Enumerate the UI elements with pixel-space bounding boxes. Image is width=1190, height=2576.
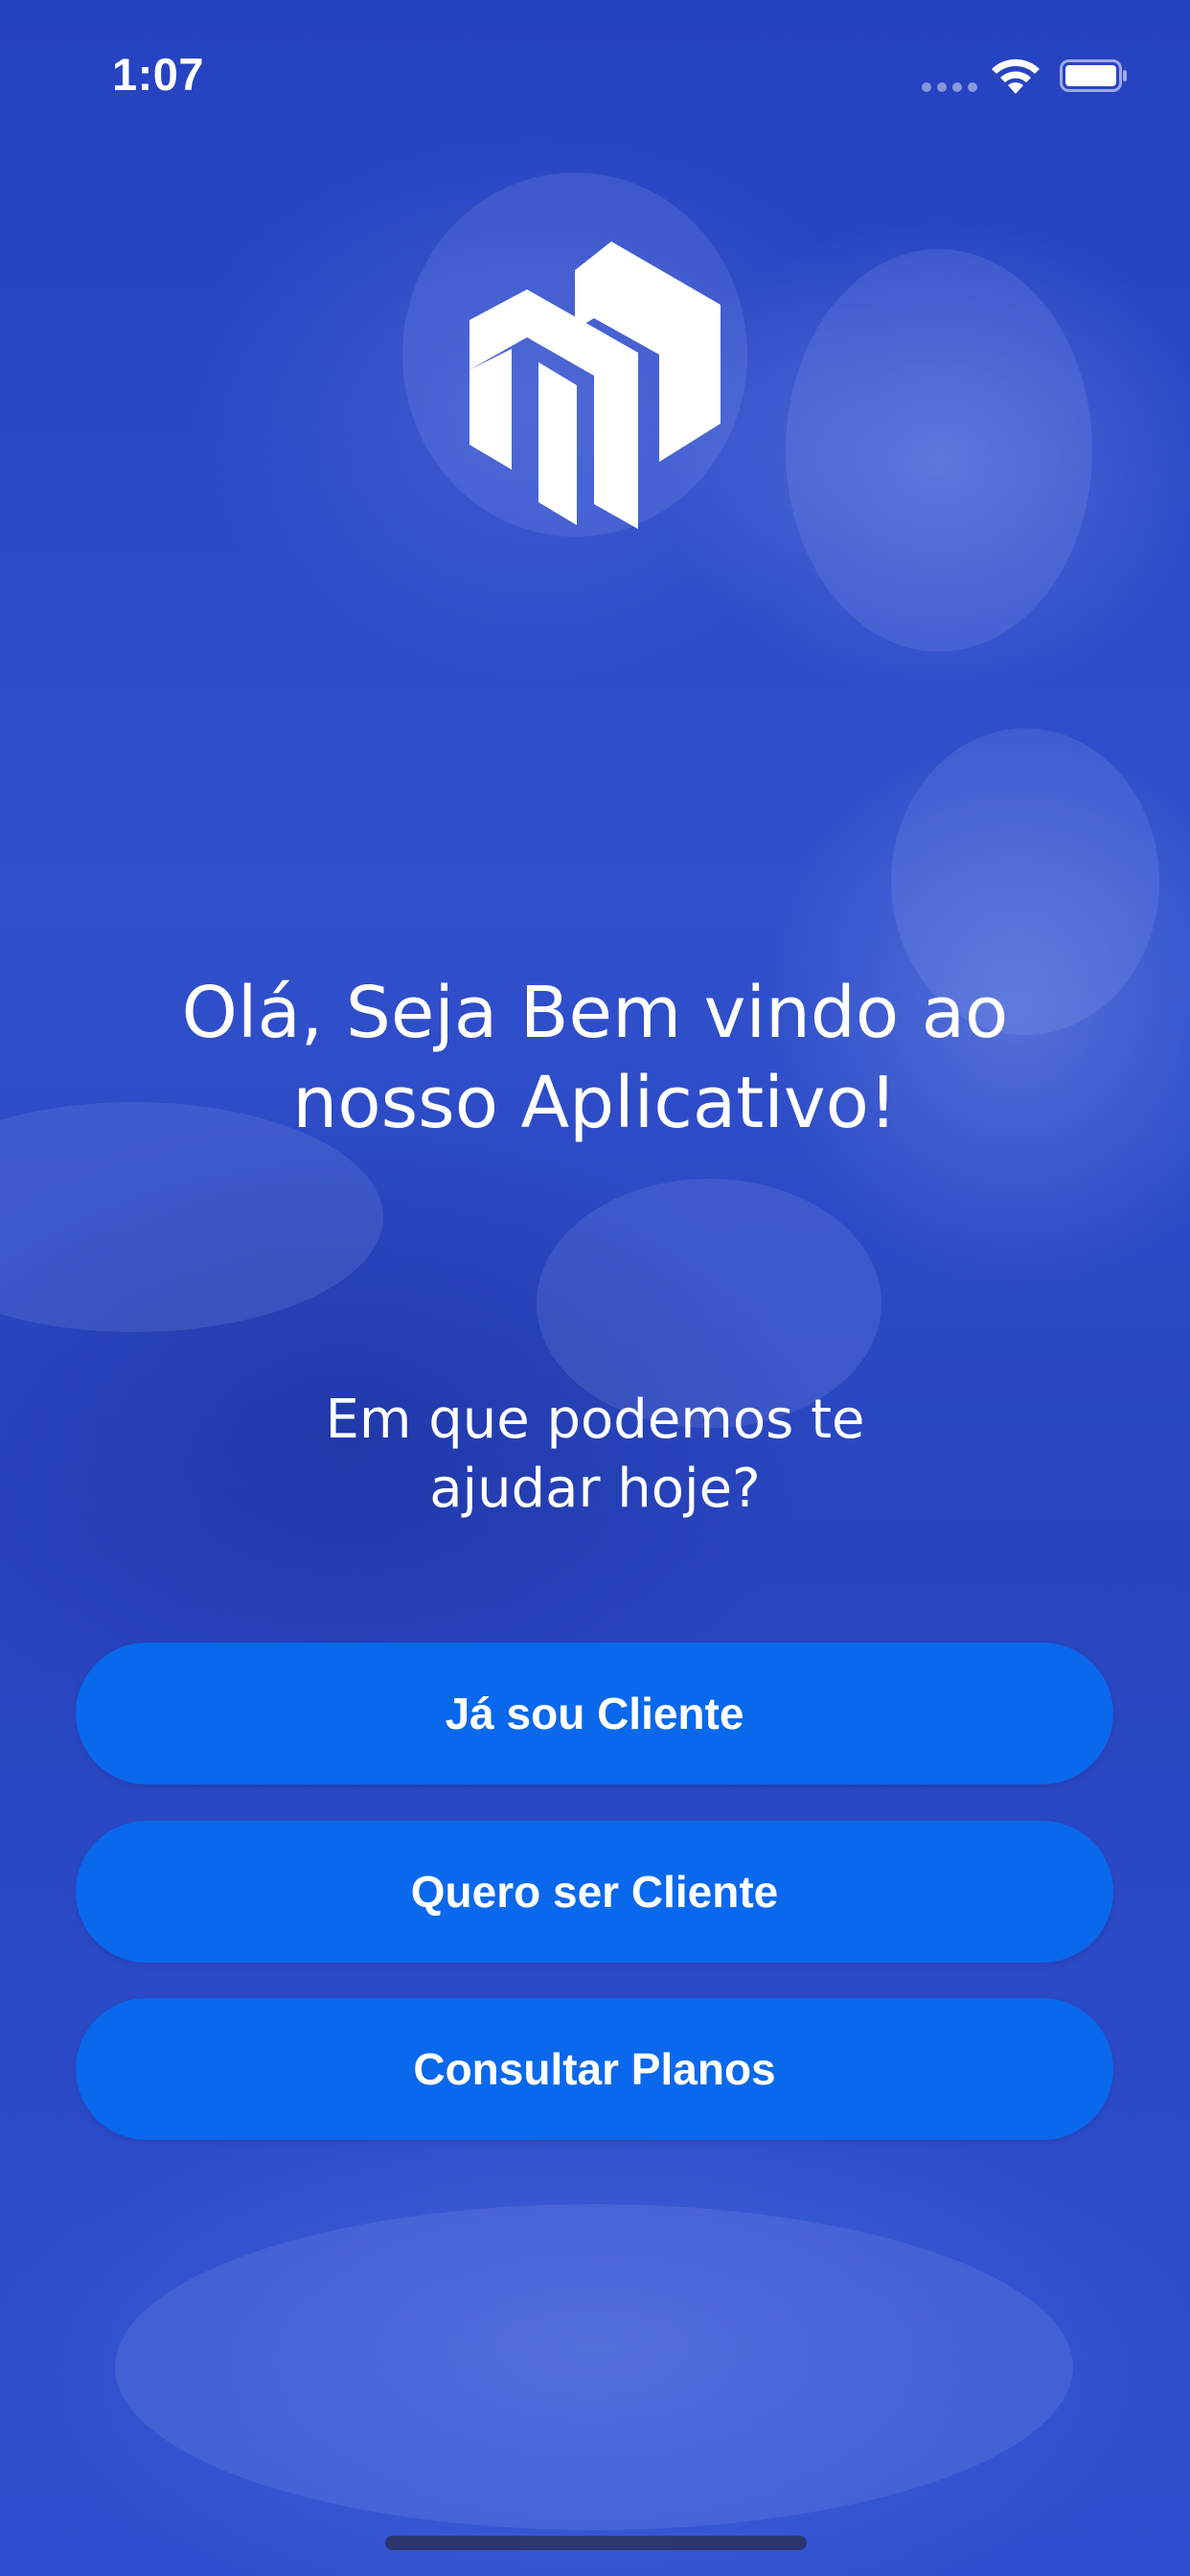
home-indicator[interactable] bbox=[385, 2536, 807, 2550]
help-prompt-line-1: Em que podemos te bbox=[325, 1389, 865, 1451]
welcome-line-2: nosso Aplicativo! bbox=[292, 1062, 898, 1144]
help-prompt: Em que podemos te ajudar hoje? bbox=[0, 1386, 1190, 1524]
signal-dots-icon bbox=[922, 82, 977, 94]
status-time: 1:07 bbox=[112, 49, 205, 100]
battery-icon bbox=[1060, 59, 1127, 92]
help-prompt-line-2: ajudar hoje? bbox=[429, 1458, 761, 1520]
already-client-button[interactable]: Já sou Cliente bbox=[76, 1643, 1113, 1784]
welcome-screen: 1:07 Olá, Seja Bem vindo ao nosso Aplica… bbox=[0, 0, 1190, 2576]
welcome-headline: Olá, Seja Bem vindo ao nosso Aplicativo! bbox=[0, 968, 1190, 1148]
status-bar: 1:07 bbox=[0, 0, 1190, 134]
wifi-icon bbox=[992, 58, 1040, 94]
check-plans-button[interactable]: Consultar Planos bbox=[76, 1998, 1113, 2140]
brand-logo-icon bbox=[469, 242, 721, 529]
welcome-line-1: Olá, Seja Bem vindo ao bbox=[181, 972, 1009, 1054]
want-to-be-client-button[interactable]: Quero ser Cliente bbox=[76, 1821, 1113, 1963]
